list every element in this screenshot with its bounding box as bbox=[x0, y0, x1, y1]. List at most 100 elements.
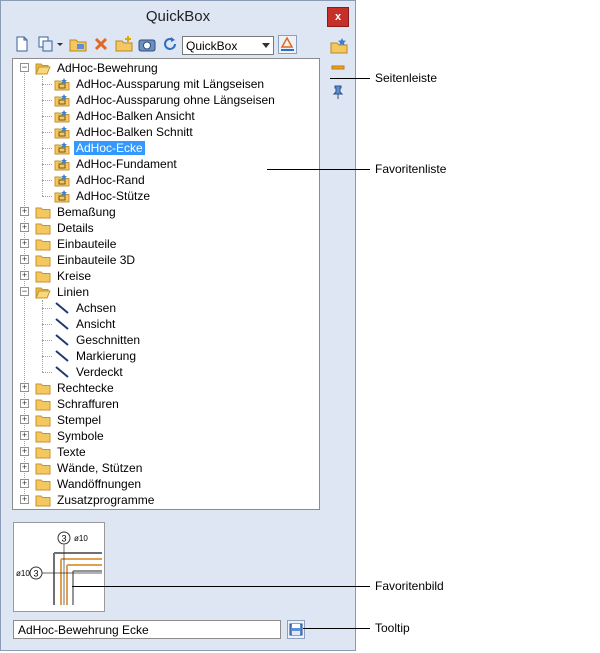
folder-icon bbox=[35, 383, 51, 395]
tree-item-label: Wandöffnungen bbox=[57, 477, 142, 491]
expand-icon[interactable]: + bbox=[20, 383, 29, 392]
close-button[interactable]: x bbox=[327, 7, 349, 27]
expand-icon[interactable]: + bbox=[20, 415, 29, 424]
tree-item-row[interactable]: AdHoc-Aussparung mit Längseisen bbox=[13, 76, 319, 92]
chevron-down-icon[interactable] bbox=[56, 35, 64, 53]
tree-item-label: Symbole bbox=[57, 429, 104, 443]
tree-item-label: AdHoc-Balken Ansicht bbox=[76, 109, 195, 123]
tree-item-label: AdHoc-Rand bbox=[76, 173, 145, 187]
line-icon bbox=[55, 334, 69, 346]
expand-icon[interactable]: + bbox=[20, 479, 29, 488]
filter-icon[interactable] bbox=[278, 35, 297, 54]
tree-item-label: Linien bbox=[57, 285, 90, 299]
tooltip-field[interactable]: AdHoc-Bewehrung Ecke bbox=[13, 620, 281, 639]
delete-icon[interactable] bbox=[92, 35, 110, 53]
preview-dim-left: ø10 bbox=[16, 569, 30, 578]
new-icon[interactable] bbox=[13, 35, 31, 53]
folder-open-icon bbox=[35, 287, 51, 299]
expand-icon[interactable]: + bbox=[20, 239, 29, 248]
expand-icon[interactable]: + bbox=[20, 207, 29, 216]
collapse-icon[interactable]: − bbox=[20, 63, 29, 72]
line-icon bbox=[55, 318, 69, 330]
tree-folder-row[interactable]: + Wandöffnungen bbox=[13, 476, 319, 492]
tree-folder-row[interactable]: + Einbauteile 3D bbox=[13, 252, 319, 268]
tree-item-row[interactable]: Geschnitten bbox=[13, 332, 319, 348]
title-bar: QuickBox x bbox=[1, 1, 355, 31]
tree-folder-row[interactable]: − AdHoc-Bewehrung bbox=[13, 60, 319, 76]
refresh-icon[interactable] bbox=[161, 35, 179, 53]
new-folder-icon[interactable] bbox=[115, 35, 133, 53]
line-icon bbox=[55, 366, 69, 378]
tree-item-row[interactable]: Achsen bbox=[13, 300, 319, 316]
tree-item-label: Geschnitten bbox=[76, 333, 141, 347]
open-folder-icon[interactable] bbox=[69, 35, 87, 53]
favorites-dropdown[interactable]: QuickBox bbox=[182, 36, 274, 55]
preview-label-left: 3 bbox=[33, 569, 38, 579]
favorite-item-icon bbox=[54, 110, 70, 123]
folder-icon bbox=[35, 415, 51, 427]
tree-item-row[interactable]: AdHoc-Ecke bbox=[13, 140, 319, 156]
tree-folder-row[interactable]: + Schraffuren bbox=[13, 396, 319, 412]
copy-icon[interactable] bbox=[37, 35, 55, 53]
callout-line-sidebar bbox=[330, 78, 370, 79]
tree-item-label: AdHoc-Fundament bbox=[76, 157, 177, 171]
quickbox-panel: QuickBox x QuickBox − AdHoc-Bewehrung Ad… bbox=[0, 0, 356, 651]
tree-folder-row[interactable]: + Symbole bbox=[13, 428, 319, 444]
favorite-item-icon bbox=[54, 174, 70, 187]
tree-folder-row[interactable]: + Wände, Stützen bbox=[13, 460, 319, 476]
expand-icon[interactable]: + bbox=[20, 447, 29, 456]
folder-icon bbox=[35, 239, 51, 251]
folder-icon bbox=[35, 495, 51, 507]
tree-item-row[interactable]: AdHoc-Rand bbox=[13, 172, 319, 188]
corner-reinforcement-drawing: 3 ø10 3 ø10 bbox=[16, 531, 102, 605]
favorites-tree[interactable]: − AdHoc-Bewehrung AdHoc-Aussparung mit Län… bbox=[12, 58, 320, 510]
expand-icon[interactable]: + bbox=[20, 271, 29, 280]
folder-star-icon[interactable] bbox=[330, 37, 348, 55]
favorite-item-icon bbox=[54, 158, 70, 171]
tree-item-label: Einbauteile 3D bbox=[57, 253, 136, 267]
favorite-item-icon bbox=[54, 94, 70, 107]
tree-item-row[interactable]: AdHoc-Stütze bbox=[13, 188, 319, 204]
tree-folder-row[interactable]: + Kreise bbox=[13, 268, 319, 284]
expand-icon[interactable]: + bbox=[20, 399, 29, 408]
minimize-icon[interactable] bbox=[331, 65, 345, 71]
dropdown-arrow-icon bbox=[262, 43, 270, 48]
tree-item-row[interactable]: Ansicht bbox=[13, 316, 319, 332]
tree-folder-row[interactable]: + Details bbox=[13, 220, 319, 236]
tree-folder-row[interactable]: + Texte bbox=[13, 444, 319, 460]
tree-item-row[interactable]: AdHoc-Balken Schnitt bbox=[13, 124, 319, 140]
tree-item-label: AdHoc-Aussparung mit Längseisen bbox=[76, 77, 265, 91]
save-tooltip-icon[interactable] bbox=[287, 620, 305, 639]
tree-item-label: AdHoc-Balken Schnitt bbox=[76, 125, 193, 139]
folder-icon bbox=[35, 431, 51, 443]
tree-item-label: AdHoc-Aussparung ohne Längseisen bbox=[76, 93, 275, 107]
expand-icon[interactable]: + bbox=[20, 431, 29, 440]
favorite-item-icon bbox=[54, 190, 70, 203]
tree-item-label: Kreise bbox=[57, 269, 92, 283]
collapse-icon[interactable]: − bbox=[20, 287, 29, 296]
folder-icon bbox=[35, 447, 51, 459]
camera-icon[interactable] bbox=[138, 35, 156, 53]
tree-item-label: Einbauteile bbox=[57, 237, 117, 251]
expand-icon[interactable]: + bbox=[20, 223, 29, 232]
folder-icon bbox=[35, 399, 51, 411]
expand-icon[interactable]: + bbox=[20, 255, 29, 264]
tree-folder-row[interactable]: + Zusatzprogramme bbox=[13, 492, 319, 508]
tree-folder-row[interactable]: + Stempel bbox=[13, 412, 319, 428]
expand-icon[interactable]: + bbox=[20, 463, 29, 472]
tree-item-label: Markierung bbox=[76, 349, 137, 363]
tree-item-label: AdHoc-Ecke bbox=[74, 141, 145, 155]
tree-folder-row[interactable]: + Einbauteile bbox=[13, 236, 319, 252]
dropdown-value: QuickBox bbox=[186, 39, 238, 53]
tree-item-row[interactable]: AdHoc-Aussparung ohne Längseisen bbox=[13, 92, 319, 108]
tree-item-label: Bemaßung bbox=[57, 205, 116, 219]
tree-item-label: Wände, Stützen bbox=[57, 461, 143, 475]
pin-icon[interactable] bbox=[332, 85, 344, 99]
tree-folder-row[interactable]: + Rechtecke bbox=[13, 380, 319, 396]
tree-folder-row[interactable]: + Bemaßung bbox=[13, 204, 319, 220]
tree-folder-row[interactable]: − Linien bbox=[13, 284, 319, 300]
tree-item-row[interactable]: AdHoc-Balken Ansicht bbox=[13, 108, 319, 124]
expand-icon[interactable]: + bbox=[20, 495, 29, 504]
tree-item-row[interactable]: Markierung bbox=[13, 348, 319, 364]
tree-item-row[interactable]: Verdeckt bbox=[13, 364, 319, 380]
